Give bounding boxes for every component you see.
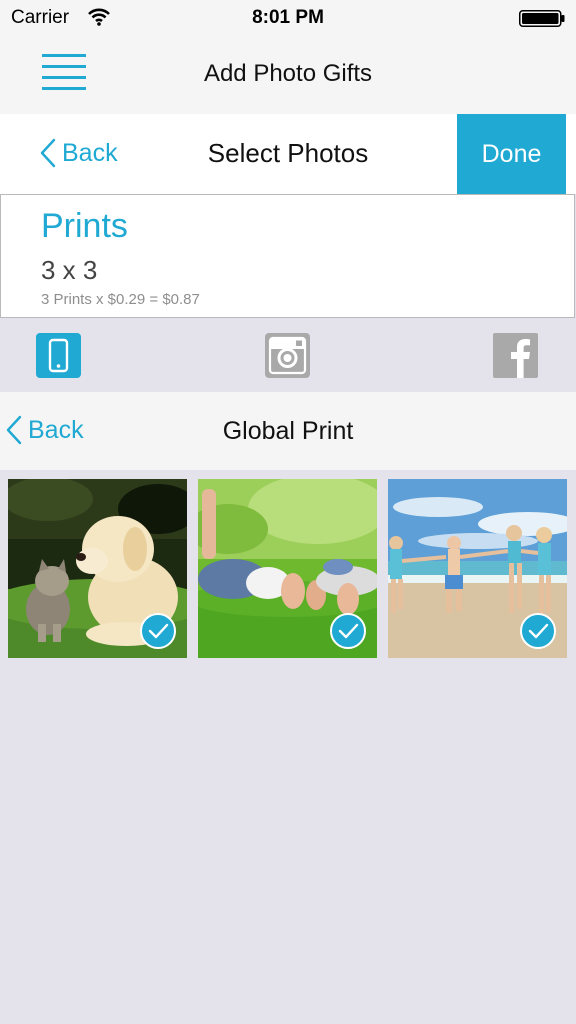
battery-icon xyxy=(519,10,565,27)
select-photos-bar: Back Select Photos Done xyxy=(0,114,576,194)
product-name: Prints xyxy=(41,207,128,245)
selected-check-icon xyxy=(330,613,366,649)
photo-grid xyxy=(0,470,576,1024)
phone-icon[interactable] xyxy=(36,333,81,378)
app-title: Add Photo Gifts xyxy=(203,60,373,87)
status-time: 8:01 PM xyxy=(252,7,324,28)
album-bar: Back Global Print xyxy=(0,392,576,470)
photo-thumbnail[interactable] xyxy=(198,479,377,658)
photo-source-bar xyxy=(0,318,576,392)
status-bar: Carrier 8:01 PM xyxy=(0,0,576,36)
product-summary-card: Prints 3 x 3 3 Prints x $0.29 = $0.87 xyxy=(0,194,575,318)
price-summary: 3 Prints x $0.29 = $0.87 xyxy=(41,291,200,308)
album-title: Global Print xyxy=(222,417,354,445)
done-button[interactable]: Done xyxy=(457,114,566,194)
selected-check-icon xyxy=(520,613,556,649)
app-header: Add Photo Gifts xyxy=(0,36,576,114)
selected-check-icon xyxy=(140,613,176,649)
instagram-icon[interactable] xyxy=(265,333,310,378)
photo-thumbnail[interactable] xyxy=(8,479,187,658)
facebook-icon[interactable] xyxy=(493,333,538,378)
photo-thumbnail[interactable] xyxy=(388,479,567,658)
product-size: 3 x 3 xyxy=(41,255,98,285)
